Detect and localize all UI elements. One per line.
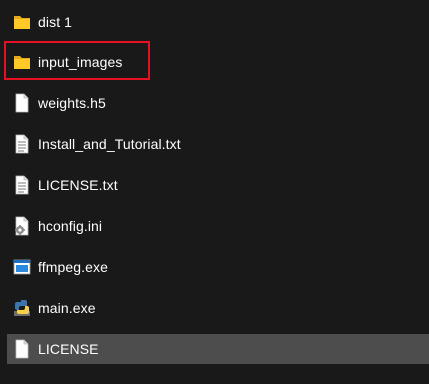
application-icon (13, 257, 31, 277)
file-item-license[interactable]: LICENSE (7, 334, 429, 364)
highlight-box (4, 41, 150, 80)
file-name: LICENSE (38, 341, 99, 357)
file-name: LICENSE.txt (38, 177, 118, 193)
file-icon (13, 93, 31, 113)
file-item-dist-1[interactable]: dist 1 (7, 7, 429, 37)
file-item-license-txt[interactable]: LICENSE.txt (7, 170, 429, 200)
file-name: main.exe (38, 300, 96, 316)
file-item-main-exe[interactable]: main.exe (7, 293, 429, 323)
file-name: dist 1 (38, 14, 73, 30)
text-file-icon (13, 134, 31, 154)
file-item-install-and-tutorial-txt[interactable]: Install_and_Tutorial.txt (7, 129, 429, 159)
file-name: Install_and_Tutorial.txt (38, 136, 181, 152)
file-list: dist 1 input_images weights.h5 Install_a… (0, 0, 429, 384)
text-file-icon (13, 175, 31, 195)
folder-icon (13, 12, 31, 32)
file-item-ffmpeg-exe[interactable]: ffmpeg.exe (7, 252, 429, 282)
python-executable-icon (13, 298, 31, 318)
file-item-weights-h5[interactable]: weights.h5 (7, 88, 429, 118)
file-name: hconfig.ini (38, 218, 103, 234)
settings-file-icon (13, 216, 31, 236)
file-name: weights.h5 (38, 95, 106, 111)
file-icon (13, 339, 31, 359)
file-name: ffmpeg.exe (38, 259, 109, 275)
file-item-hconfig-ini[interactable]: hconfig.ini (7, 211, 429, 241)
